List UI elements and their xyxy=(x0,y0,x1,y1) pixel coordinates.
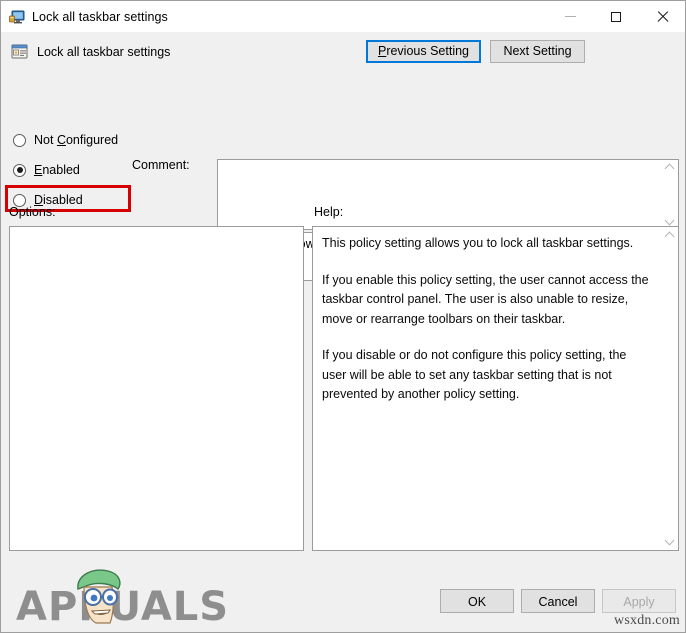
wsxdn-watermark: wsxdn.com xyxy=(614,613,680,628)
help-scrollbar[interactable] xyxy=(661,227,678,550)
help-text: This policy setting allows you to lock a… xyxy=(313,227,661,550)
minimize-button[interactable] xyxy=(547,1,593,32)
close-icon xyxy=(656,10,669,23)
setting-navigation: Previous Setting Next Setting xyxy=(365,40,685,63)
configuration-area: Not Configured Enabled Disabled Comment:… xyxy=(1,71,685,281)
policy-setting-dialog: Lock all taskbar settings Lock all taskb… xyxy=(0,0,686,633)
policy-name: Lock all taskbar settings xyxy=(37,44,171,59)
help-paragraph-3: If you disable or do not configure this … xyxy=(322,348,627,401)
title-bar: Lock all taskbar settings xyxy=(1,1,685,32)
maximize-icon xyxy=(611,11,621,22)
help-paragraph-1: This policy setting allows you to lock a… xyxy=(322,236,634,250)
close-button[interactable] xyxy=(639,1,685,32)
previous-setting-button[interactable]: Previous Setting xyxy=(365,40,481,63)
panel-labels: Options: Help: xyxy=(1,202,685,226)
chevron-down-icon[interactable] xyxy=(665,537,674,546)
policy-setting-icon xyxy=(11,43,28,60)
window-controls xyxy=(547,1,685,32)
help-label: Help: xyxy=(314,205,344,219)
apply-button: Apply xyxy=(602,589,676,613)
computer-monitor-icon xyxy=(9,9,25,25)
next-setting-button[interactable]: Next Setting xyxy=(490,40,585,63)
radio-not-configured-mark xyxy=(13,133,26,147)
minimize-icon xyxy=(564,16,576,17)
radio-enabled-mark xyxy=(13,163,26,177)
comment-label: Comment: xyxy=(132,158,190,172)
dialog-header: Lock all taskbar settings Previous Setti… xyxy=(1,32,685,71)
cancel-button[interactable]: Cancel xyxy=(521,589,595,613)
appuals-mascot-icon xyxy=(77,569,121,624)
radio-not-configured-label: Not Configured xyxy=(34,133,119,147)
appuals-watermark: APPUALS xyxy=(16,569,228,631)
radio-enabled[interactable]: Enabled xyxy=(13,155,131,185)
options-label: Options: xyxy=(9,205,56,219)
chevron-up-icon[interactable] xyxy=(665,163,674,172)
help-paragraph-2: If you enable this policy setting, the u… xyxy=(322,272,649,326)
help-panel: This policy setting allows you to lock a… xyxy=(312,226,679,551)
options-content xyxy=(10,227,303,235)
ok-button[interactable]: OK xyxy=(440,589,514,613)
options-panel[interactable] xyxy=(9,226,304,551)
window-title: Lock all taskbar settings xyxy=(32,9,168,24)
radio-not-configured[interactable]: Not Configured xyxy=(13,125,131,155)
chevron-up-icon[interactable] xyxy=(665,231,674,240)
footer-button-group: OK Cancel Apply xyxy=(440,589,676,613)
panels-container: This policy setting allows you to lock a… xyxy=(1,226,685,582)
maximize-button[interactable] xyxy=(593,1,639,32)
radio-enabled-label: Enabled xyxy=(34,163,80,177)
